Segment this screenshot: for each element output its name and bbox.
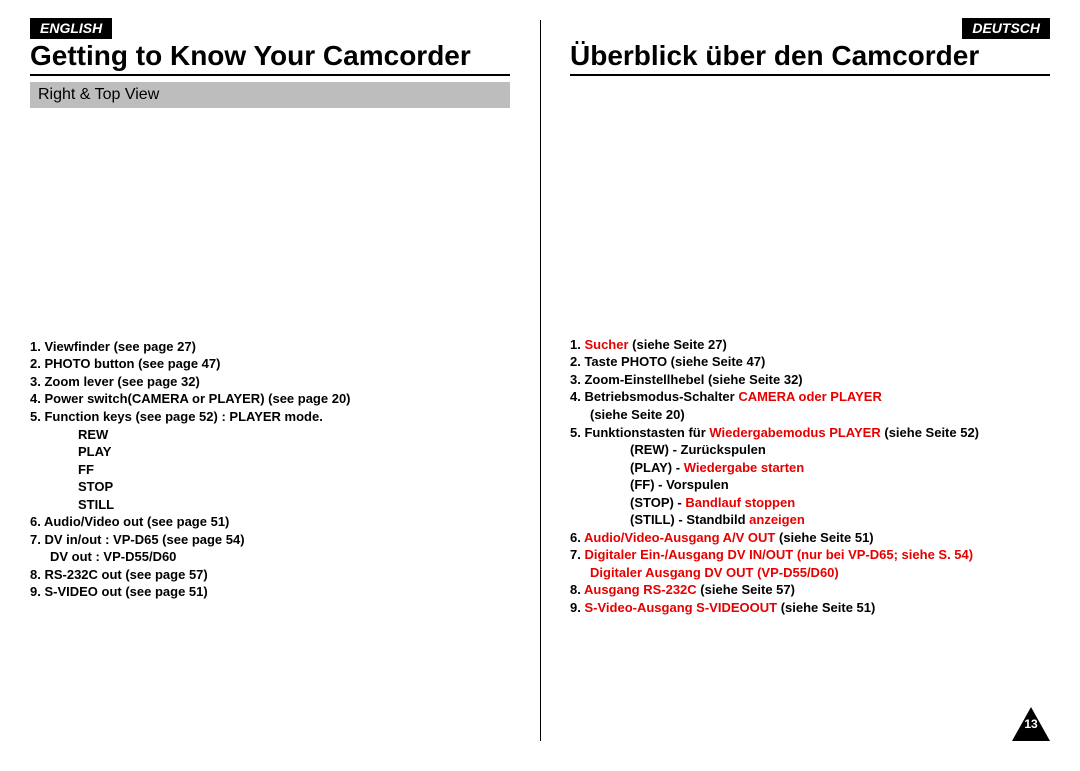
language-row-right: DEUTSCH <box>570 18 1050 39</box>
text: (siehe Seite 27) <box>632 337 727 352</box>
list-item: 6. Audio/Video-Ausgang A/V OUT (siehe Se… <box>570 529 1050 547</box>
page-number: 13 <box>1024 717 1037 731</box>
highlight: anzeigen <box>749 512 805 527</box>
list-item: 1. Viewfinder (see page 27) <box>30 338 510 356</box>
feature-list-right: 1. Sucher (siehe Seite 27) 2. Taste PHOT… <box>570 336 1050 617</box>
subheading-left: Right & Top View <box>30 82 510 108</box>
list-subitem: STILL <box>30 496 510 514</box>
highlight: Audio/Video-Ausgang A/V OUT <box>584 530 779 545</box>
list-subitem: FF <box>30 461 510 479</box>
language-tab-deutsch: DEUTSCH <box>962 18 1050 39</box>
list-subitem: (PLAY) - Wiedergabe starten <box>570 459 1050 477</box>
list-item: 5. Funktionstasten für Wiedergabemodus P… <box>570 424 1050 442</box>
list-subitem: (STILL) - Standbild anzeigen <box>570 511 1050 529</box>
list-item: 7. Digitaler Ein-/Ausgang DV IN/OUT (nur… <box>570 546 1050 564</box>
text: 8. <box>570 582 584 597</box>
center-divider <box>540 20 541 741</box>
right-column: DEUTSCH Überblick über den Camcorder 1. … <box>540 18 1050 771</box>
list-item: 8. RS-232C out (see page 57) <box>30 566 510 584</box>
list-item: 9. S-VIDEO out (see page 51) <box>30 583 510 601</box>
section-title-right: Überblick über den Camcorder <box>570 41 1050 72</box>
title-rule-left <box>30 74 510 76</box>
page-number-badge: 13 <box>1012 707 1050 741</box>
text: (STILL) - Standbild <box>630 512 749 527</box>
list-subitem: Digitaler Ausgang DV OUT (VP-D55/D60) <box>570 564 1050 582</box>
text: 9. <box>570 600 584 615</box>
text: 1. <box>570 337 584 352</box>
list-item: 4. Betriebsmodus-Schalter CAMERA oder PL… <box>570 388 1050 406</box>
text: (siehe Seite 51) <box>781 600 876 615</box>
list-item: 9. S-Video-Ausgang S-VIDEOOUT (siehe Sei… <box>570 599 1050 617</box>
section-title-left: Getting to Know Your Camcorder <box>30 41 510 72</box>
language-tab-english: ENGLISH <box>30 18 112 39</box>
text: 5. Funktionstasten für <box>570 425 709 440</box>
list-subitem: (REW) - Zurückspulen <box>570 441 1050 459</box>
highlight: Sucher <box>584 337 632 352</box>
text: 7. <box>570 547 584 562</box>
list-item: 2. PHOTO button (see page 47) <box>30 355 510 373</box>
list-item: 3. Zoom lever (see page 32) <box>30 373 510 391</box>
list-subitem: (FF) - Vorspulen <box>570 476 1050 494</box>
list-item: 1. Sucher (siehe Seite 27) <box>570 336 1050 354</box>
language-row-left: ENGLISH <box>30 18 510 39</box>
text: (siehe Seite 51) <box>779 530 874 545</box>
highlight: Wiedergabe starten <box>684 460 805 475</box>
text: (siehe Seite 57) <box>700 582 795 597</box>
list-subitem: (STOP) - Bandlauf stoppen <box>570 494 1050 512</box>
text: (STOP) - <box>630 495 685 510</box>
highlight: Digitaler Ein-/Ausgang DV IN/OUT (nur be… <box>584 547 973 562</box>
list-subitem: PLAY <box>30 443 510 461</box>
text: (PLAY) - <box>630 460 684 475</box>
figure-placeholder-right <box>570 76 1050 336</box>
highlight: Ausgang RS-232C <box>584 582 700 597</box>
text: (siehe Seite 52) <box>884 425 979 440</box>
list-subitem: (siehe Seite 20) <box>570 406 1050 424</box>
figure-placeholder-left <box>30 108 510 338</box>
highlight: S-Video-Ausgang S-VIDEOOUT <box>584 600 780 615</box>
list-item: 7. DV in/out : VP-D65 (see page 54) <box>30 531 510 549</box>
list-item: 6. Audio/Video out (see page 51) <box>30 513 510 531</box>
list-item: 4. Power switch(CAMERA or PLAYER) (see p… <box>30 390 510 408</box>
highlight: Digitaler Ausgang DV OUT (VP-D55/D60) <box>590 565 839 580</box>
left-column: ENGLISH Getting to Know Your Camcorder R… <box>30 18 540 771</box>
highlight: Wiedergabemodus PLAYER <box>709 425 884 440</box>
list-subitem: REW <box>30 426 510 444</box>
list-subitem: DV out : VP-D55/D60 <box>30 548 510 566</box>
highlight: Bandlauf stoppen <box>685 495 795 510</box>
text: 4. Betriebsmodus-Schalter <box>570 389 738 404</box>
list-item: 3. Zoom-Einstellhebel (siehe Seite 32) <box>570 371 1050 389</box>
list-item: 5. Function keys (see page 52) : PLAYER … <box>30 408 510 426</box>
list-subitem: STOP <box>30 478 510 496</box>
text: 6. <box>570 530 584 545</box>
highlight: CAMERA oder PLAYER <box>738 389 882 404</box>
list-item: 2. Taste PHOTO (siehe Seite 47) <box>570 353 1050 371</box>
feature-list-left: 1. Viewfinder (see page 27) 2. PHOTO but… <box>30 338 510 601</box>
list-item: 8. Ausgang RS-232C (siehe Seite 57) <box>570 581 1050 599</box>
manual-page: ENGLISH Getting to Know Your Camcorder R… <box>0 0 1080 771</box>
